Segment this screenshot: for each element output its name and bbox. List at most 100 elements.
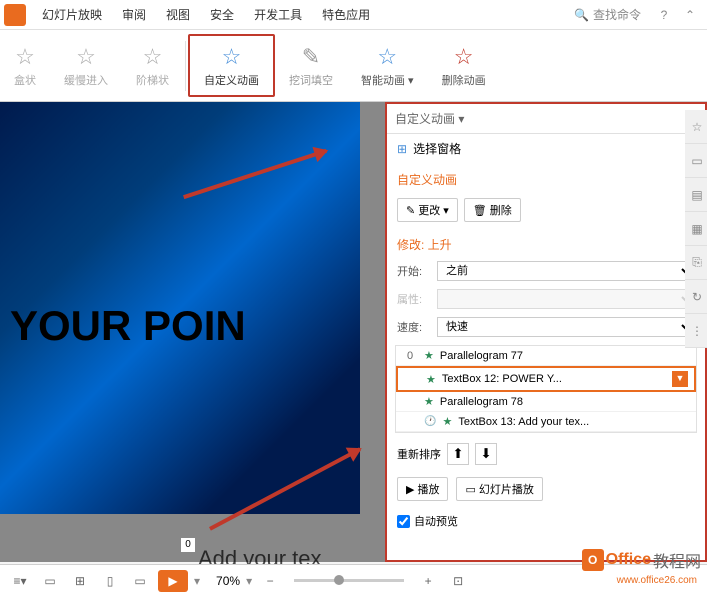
side-icon[interactable]: ▦: [685, 212, 707, 246]
speed-label: 速度:: [397, 319, 431, 335]
slideshow-button[interactable]: ▭ 幻灯片播放: [456, 477, 542, 501]
sorter-view-icon[interactable]: ⊞: [68, 569, 92, 593]
help-icon[interactable]: ?: [651, 8, 677, 22]
move-up-button[interactable]: ⬆: [447, 443, 469, 465]
modify-button[interactable]: ✎ 更改 ▾: [397, 198, 458, 222]
play-slideshow-button[interactable]: ▶: [158, 570, 188, 592]
watermark-brand2: 教程网: [653, 548, 701, 572]
select-window-row[interactable]: ⊞ 选择窗格: [387, 134, 705, 163]
tab-slideshow[interactable]: 幻灯片放映: [32, 2, 112, 27]
tab-security[interactable]: 安全: [200, 2, 244, 27]
star-icon: ☆: [76, 44, 96, 70]
zoom-in-button[interactable]: +: [416, 569, 440, 593]
ribbon-smart-animation[interactable]: ☆ 智能动画 ▾: [347, 34, 428, 97]
ribbon-label: 删除动画: [442, 72, 486, 88]
ribbon-label: 盒状: [14, 72, 36, 88]
section-modify: 修改: 上升: [387, 228, 705, 257]
watermark: O Office 教程网: [582, 548, 701, 572]
start-select[interactable]: 之前: [437, 261, 695, 281]
speed-select[interactable]: 快速: [437, 317, 695, 337]
attr-label: 属性:: [397, 291, 431, 307]
ribbon-slowenter[interactable]: ☆ 缓慢进入: [50, 34, 122, 97]
notes-view-icon[interactable]: ▭: [128, 569, 152, 593]
trash-icon: 🗑: [473, 204, 487, 217]
tab-view[interactable]: 视图: [156, 2, 200, 27]
animation-item[interactable]: ★ Parallelogram 78: [396, 392, 696, 412]
effect-icon: ★: [426, 373, 436, 386]
pane-header: 自定义动画 ▾ ×: [387, 104, 705, 134]
separator: [185, 41, 186, 91]
ribbon-custom-animation[interactable]: ☆ 自定义动画: [188, 34, 275, 97]
zoom-value: 70%: [216, 574, 240, 588]
side-icon[interactable]: ↻: [685, 280, 707, 314]
anim-text: TextBox 12: POWER Y...: [442, 373, 562, 385]
ribbon-fillblank[interactable]: ✎ 挖词填空: [275, 34, 347, 97]
menubar: 幻灯片放映 审阅 视图 安全 开发工具 特色应用 🔍 查找命令 ? ⌃: [0, 0, 707, 30]
move-down-button[interactable]: ⬇: [475, 443, 497, 465]
ribbon-label: 缓慢进入: [64, 72, 108, 88]
star-icon: ☆: [143, 44, 163, 70]
ribbon-box[interactable]: ☆ 盒状: [0, 34, 50, 97]
star-icon: ☆: [377, 44, 397, 70]
effect-icon: ★: [424, 395, 434, 408]
slide-editor[interactable]: YOUR POIN 0 Add your tex: [0, 102, 385, 562]
attr-select: [437, 289, 695, 309]
side-icon[interactable]: ▭: [685, 144, 707, 178]
zoom-out-button[interactable]: −: [258, 569, 282, 593]
watermark-url: www.office26.com: [617, 575, 697, 586]
animation-item-selected[interactable]: ★ TextBox 12: POWER Y... ▼: [396, 366, 696, 392]
animation-badge: 0: [180, 537, 196, 553]
star-icon: ☆: [222, 44, 242, 70]
reading-view-icon[interactable]: ▯: [98, 569, 122, 593]
slide-canvas[interactable]: YOUR POIN: [0, 102, 360, 514]
search-placeholder: 查找命令: [593, 6, 641, 23]
effect-icon: ★: [424, 349, 434, 362]
fit-icon[interactable]: ⊡: [446, 569, 470, 593]
animation-list: 0 ★ Parallelogram 77 ★ TextBox 12: POWER…: [395, 345, 697, 433]
section-custom-animation: 自定义动画: [387, 163, 705, 192]
anim-text: Parallelogram 77: [440, 350, 523, 362]
slide-title-text[interactable]: YOUR POIN: [10, 302, 246, 350]
side-toolbar: ☆ ▭ ▤ ▦ ⎘ ↻ ⋮: [685, 110, 707, 348]
tab-special[interactable]: 特色应用: [312, 2, 380, 27]
ribbon-label: 阶梯状: [136, 72, 169, 88]
pane-title[interactable]: 自定义动画 ▾: [395, 110, 464, 127]
side-icon[interactable]: ☆: [685, 110, 707, 144]
ribbon-stairs[interactable]: ☆ 阶梯状: [122, 34, 183, 97]
normal-view-icon[interactable]: ▭: [38, 569, 62, 593]
side-icon[interactable]: ▤: [685, 178, 707, 212]
office-logo-icon: O: [582, 549, 604, 571]
reorder-label: 重新排序: [397, 446, 441, 462]
animation-item[interactable]: 🕐 ★ TextBox 13: Add your tex...: [396, 412, 696, 432]
tab-active-icon[interactable]: [4, 4, 26, 26]
menu-icon[interactable]: ≡▾: [8, 569, 32, 593]
search-box[interactable]: 🔍 查找命令: [574, 6, 641, 23]
select-window-label: 选择窗格: [413, 140, 461, 157]
ribbon-label: 自定义动画: [204, 72, 259, 88]
collapse-icon[interactable]: ⌃: [677, 8, 703, 22]
custom-animation-pane: 自定义动画 ▾ × ⊞ 选择窗格 自定义动画 ✎ 更改 ▾ 🗑 删除 修改: 上…: [385, 102, 707, 562]
play-icon: ▶: [406, 483, 414, 496]
delete-button[interactable]: 🗑 删除: [464, 198, 521, 222]
pencil-icon: ✎: [406, 204, 415, 217]
search-icon: 🔍: [574, 8, 589, 22]
zoom-slider[interactable]: [294, 579, 404, 582]
side-icon[interactable]: ⎘: [685, 246, 707, 280]
start-label: 开始:: [397, 263, 431, 279]
dropdown-icon[interactable]: ▼: [672, 371, 688, 387]
anim-number: 0: [402, 350, 418, 362]
side-icon[interactable]: ⋮: [685, 314, 707, 348]
ribbon: ☆ 盒状 ☆ 缓慢进入 ☆ 阶梯状 ☆ 自定义动画 ✎ 挖词填空 ☆ 智能动画 …: [0, 30, 707, 102]
tab-review[interactable]: 审阅: [112, 2, 156, 27]
autopreview-label: 自动预览: [414, 513, 458, 529]
animation-item[interactable]: 0 ★ Parallelogram 77: [396, 346, 696, 366]
ribbon-label: 挖词填空: [289, 72, 333, 88]
autopreview-checkbox[interactable]: [397, 515, 410, 528]
tab-devtools[interactable]: 开发工具: [244, 2, 312, 27]
ribbon-label: 智能动画 ▾: [361, 72, 414, 88]
ribbon-delete-animation[interactable]: ☆ 删除动画: [428, 34, 500, 97]
effect-icon: ★: [442, 415, 452, 428]
play-button[interactable]: ▶ 播放: [397, 477, 448, 501]
clock-icon: 🕐: [424, 416, 436, 427]
edit-icon: ✎: [302, 44, 320, 70]
